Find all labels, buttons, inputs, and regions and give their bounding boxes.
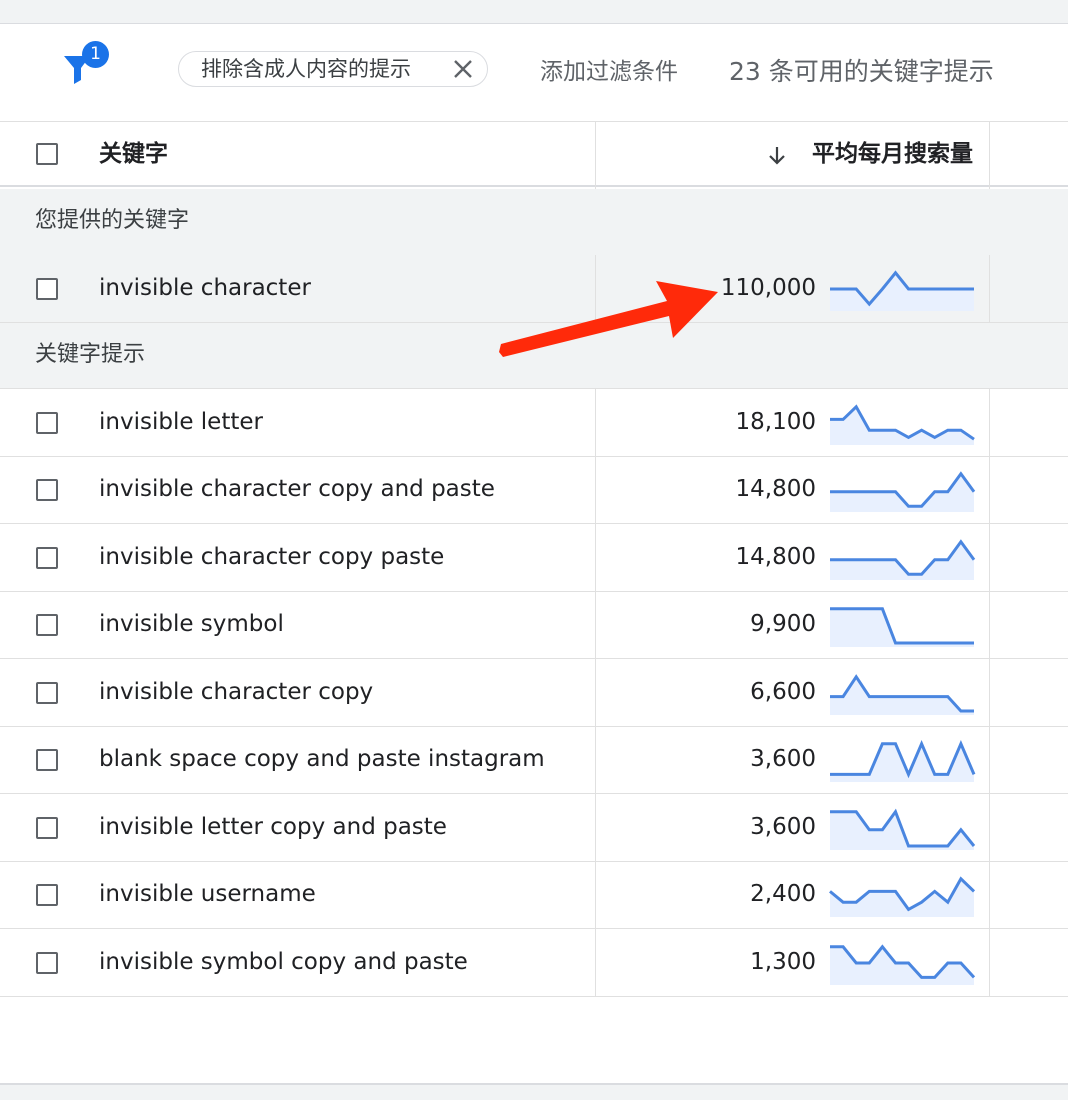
table-row[interactable]: invisible character copy paste 14,800 [0, 524, 1068, 592]
table-header: 关键字 平均每月搜索量 [0, 121, 1068, 187]
table-row[interactable]: invisible character copy 6,600 [0, 659, 1068, 727]
keyword-text: invisible character copy and paste [99, 476, 495, 502]
row-checkbox[interactable] [36, 884, 58, 906]
trend-sparkline [830, 471, 976, 512]
row-checkbox[interactable] [36, 547, 58, 569]
keyword-text: blank space copy and paste instagram [99, 746, 545, 772]
table-row[interactable]: invisible symbol copy and paste 1,300 [0, 929, 1068, 997]
close-icon[interactable] [451, 57, 475, 81]
trend-sparkline [829, 876, 976, 917]
row-checkbox[interactable] [36, 479, 58, 501]
adult-content-filter-chip[interactable]: 排除含成人内容的提示 [178, 51, 488, 87]
row-checkbox[interactable] [36, 817, 58, 839]
row-checkbox[interactable] [36, 614, 58, 636]
table-row[interactable]: invisible username 2,400 [0, 861, 1068, 929]
column-divider [595, 255, 596, 323]
provided-keywords-section: 您提供的关键字 [0, 189, 1068, 255]
table-row[interactable]: invisible character 110,000 [0, 255, 1068, 323]
trend-sparkline [830, 808, 976, 850]
section-label: 关键字提示 [35, 342, 146, 367]
column-divider [989, 255, 990, 323]
add-filter-button[interactable]: 添加过滤条件 [540, 54, 678, 90]
avg-monthly-searches-value: 18,100 [735, 409, 816, 435]
row-checkbox[interactable] [36, 278, 58, 300]
column-divider [595, 389, 596, 997]
row-checkbox[interactable] [36, 952, 58, 974]
table-row[interactable]: invisible letter 18,100 [0, 389, 1068, 457]
chip-label: 排除含成人内容的提示 [201, 57, 411, 81]
section-label: 您提供的关键字 [35, 208, 190, 233]
arrow-down-icon[interactable] [766, 144, 788, 166]
avg-monthly-searches-value: 3,600 [750, 814, 816, 840]
keyword-ideas-section: 关键字提示 [0, 323, 1068, 389]
result-count: 23 条可用的关键字提示 [729, 57, 994, 86]
top-strip [0, 0, 1068, 24]
keyword-text: invisible character [99, 275, 311, 301]
row-checkbox[interactable] [36, 682, 58, 704]
avg-monthly-searches-value: 6,600 [750, 679, 816, 705]
keyword-text: invisible username [99, 881, 316, 907]
select-all-checkbox[interactable] [36, 143, 58, 165]
table-row[interactable]: invisible symbol 9,900 [0, 591, 1068, 659]
trend-sparkline [830, 739, 976, 782]
trend-sparkline [830, 607, 974, 647]
trend-sparkline [830, 674, 974, 715]
column-divider [595, 121, 596, 189]
keyword-column-header[interactable]: 关键字 [99, 122, 168, 186]
keyword-text: invisible letter copy and paste [99, 814, 447, 840]
trend-sparkline [830, 404, 975, 445]
trend-sparkline [830, 270, 974, 311]
avg-monthly-searches-value: 9,900 [750, 611, 816, 637]
keyword-text: invisible symbol [99, 611, 284, 637]
table-row[interactable]: blank space copy and paste instagram 3,60… [0, 726, 1068, 794]
table-row[interactable]: invisible character copy and paste 14,800 [0, 456, 1068, 524]
filter-count-badge: 1 [82, 41, 109, 68]
trend-sparkline [830, 539, 976, 580]
column-divider [989, 121, 990, 189]
keyword-text: invisible letter [99, 409, 263, 435]
column-divider [989, 389, 990, 997]
avg-monthly-searches-value: 3,600 [750, 746, 816, 772]
avg-monthly-searches-column-header[interactable]: 平均每月搜索量 [812, 122, 973, 186]
trend-area [830, 608, 974, 647]
row-checkbox[interactable] [36, 749, 58, 771]
keyword-text: invisible character copy [99, 679, 374, 705]
avg-monthly-searches-value: 14,800 [735, 476, 816, 502]
avg-monthly-searches-value: 2,400 [750, 881, 816, 907]
keyword-text: invisible character copy paste [99, 544, 445, 570]
avg-monthly-searches-value: 1,300 [750, 949, 816, 975]
table-row[interactable]: invisible letter copy and paste 3,600 [0, 794, 1068, 862]
avg-monthly-searches-value: 14,800 [735, 544, 816, 570]
avg-monthly-searches-value: 110,000 [720, 275, 816, 301]
keyword-text: invisible symbol copy and paste [99, 949, 468, 975]
trend-area [830, 946, 974, 985]
bottom-strip [0, 1085, 1068, 1100]
row-checkbox[interactable] [36, 412, 58, 434]
trend-sparkline [830, 944, 976, 985]
